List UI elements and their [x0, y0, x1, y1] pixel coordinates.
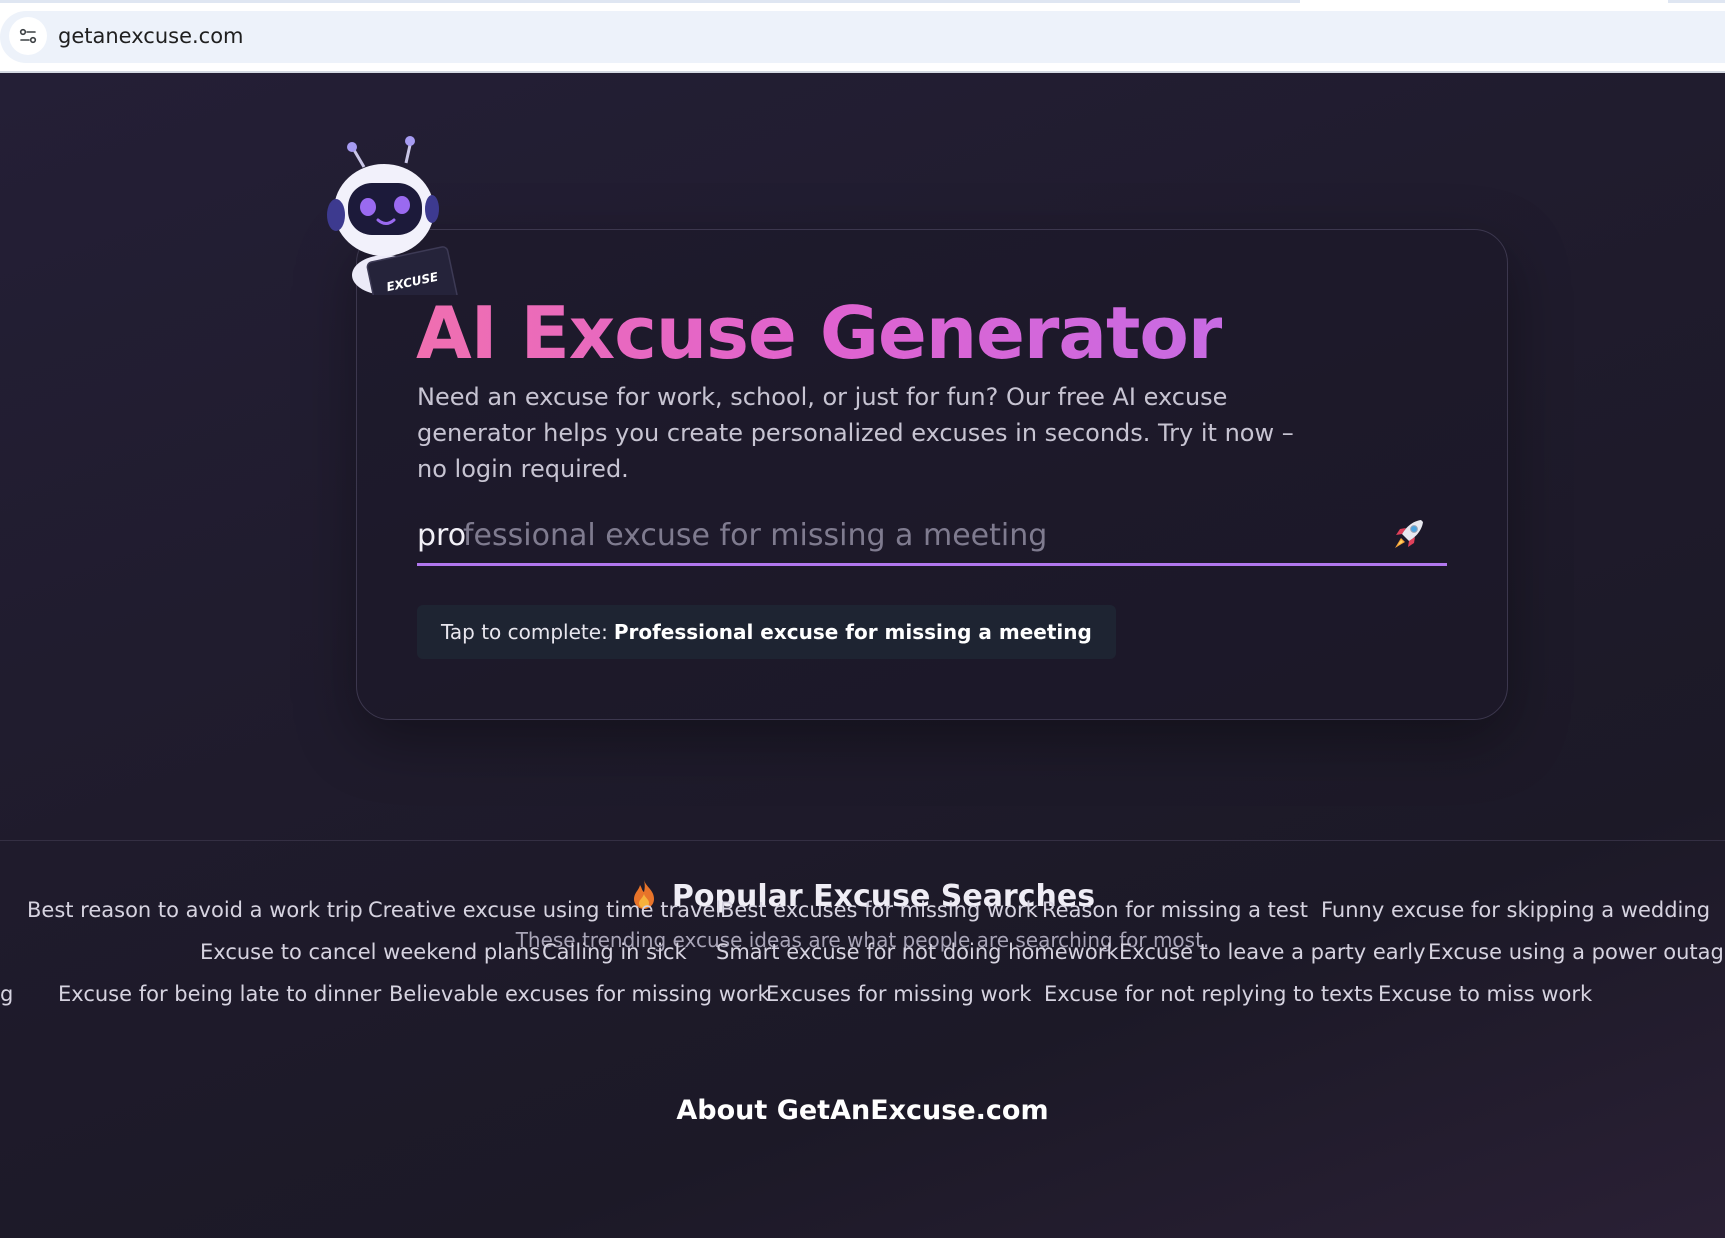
tab-strip-edge	[0, 0, 1300, 3]
popular-tag[interactable]: Funny excuse for skipping a wedding	[1321, 898, 1710, 922]
page-title: AI Excuse Generator	[416, 291, 1223, 375]
popular-tag[interactable]: Creative excuse using time travel	[368, 898, 721, 922]
section-divider	[0, 840, 1725, 841]
about-heading: About GetAnExcuse.com	[676, 1095, 1049, 1126]
popular-tag[interactable]: Best reason to avoid a work trip	[27, 898, 363, 922]
popular-row-1: Best reason to avoid a work trip Creativ…	[0, 898, 1725, 932]
popular-tag[interactable]: Excuse using a power outage	[1428, 940, 1725, 964]
search-typed-text[interactable]: pro	[417, 518, 466, 553]
complete-prefix: Tap to complete:	[441, 620, 608, 644]
popular-tag[interactable]: Excuses for missing work	[766, 982, 1031, 1006]
search-autocomplete-ghost: fessional excuse for missing a meeting	[463, 518, 1048, 553]
rocket-submit-icon[interactable]	[1391, 516, 1427, 552]
popular-tag[interactable]: Excuse for not replying to texts	[1044, 982, 1373, 1006]
popular-tag[interactable]: Reason for missing a test	[1042, 898, 1308, 922]
popular-tag[interactable]: Best excuses for missing work	[720, 898, 1038, 922]
popular-row-3: g Excuse for being late to dinner Believ…	[0, 982, 1725, 1016]
popular-row-2: Excuse to cancel weekend plans Calling i…	[0, 940, 1725, 974]
popular-tag[interactable]: g	[0, 982, 13, 1006]
popular-tag[interactable]: Excuse for being late to dinner	[58, 982, 381, 1006]
popular-tag[interactable]: Believable excuses for missing work	[389, 982, 770, 1006]
page: EXCUSE AI Excuse Generator Need an excus…	[0, 73, 1725, 1238]
popular-tag[interactable]: Smart excuse for not doing homework	[716, 940, 1119, 964]
robot-mascot-icon: EXCUSE	[327, 136, 458, 295]
site-info-icon[interactable]	[9, 17, 47, 55]
address-bar[interactable]: getanexcuse.com	[0, 11, 1725, 63]
hero-description: Need an excuse for work, school, or just…	[417, 383, 1294, 483]
tab-strip-edge-right	[1668, 0, 1725, 3]
tap-to-complete-button[interactable]: Tap to complete: Professional excuse for…	[417, 605, 1116, 659]
browser-chrome: getanexcuse.com	[0, 0, 1725, 73]
popular-tag[interactable]: Excuse to leave a party early	[1119, 940, 1426, 964]
popular-tag[interactable]: Excuse to cancel weekend plans	[200, 940, 540, 964]
excuse-search-input[interactable]: pro fessional excuse for missing a meeti…	[417, 510, 1447, 566]
popular-tag[interactable]: Calling in sick	[542, 940, 687, 964]
popular-tag[interactable]: Excuse to miss work	[1378, 982, 1592, 1006]
url-text[interactable]: getanexcuse.com	[58, 24, 244, 48]
complete-suggestion: Professional excuse for missing a meetin…	[613, 620, 1092, 644]
